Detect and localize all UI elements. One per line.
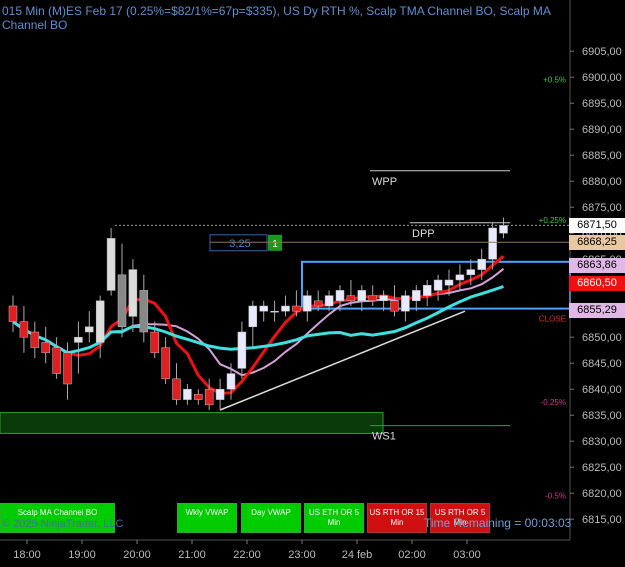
candle-body bbox=[8, 305, 18, 322]
candle-body bbox=[433, 279, 443, 291]
day-vwap-button[interactable]: Day VWAP bbox=[241, 503, 301, 533]
candle-body bbox=[226, 373, 236, 390]
candle-body bbox=[248, 305, 258, 328]
time-tick-label: 03:00 bbox=[453, 549, 481, 561]
wkly-vwap-button[interactable]: Wkly VWAP bbox=[177, 503, 237, 533]
pct-label: CLOSE bbox=[539, 315, 566, 324]
candle-body bbox=[488, 227, 497, 260]
candle-body bbox=[292, 305, 301, 312]
candle-body bbox=[194, 394, 203, 400]
candle-body bbox=[139, 290, 149, 333]
candle-body bbox=[204, 388, 214, 406]
price-tick-label: 6840,00 bbox=[582, 384, 622, 396]
candle-body bbox=[150, 331, 159, 354]
candle-body bbox=[52, 347, 61, 374]
price-chart[interactable]: 3,25 1 WPP DPP WS1 +0.5% +0.25% CLOSE -0.25% -0.… bbox=[0, 0, 625, 567]
candle-body bbox=[379, 295, 388, 302]
candle-body bbox=[368, 295, 377, 302]
price-tick-label: 6875,00 bbox=[582, 202, 622, 214]
candle-body bbox=[259, 305, 268, 312]
pct-label: -0.5% bbox=[545, 491, 566, 500]
candle-body bbox=[499, 225, 508, 234]
candle-body bbox=[313, 300, 323, 307]
time-tick-label: 22:00 bbox=[233, 549, 261, 561]
candle-body bbox=[357, 290, 367, 302]
time-tick-label: 23:00 bbox=[288, 549, 316, 561]
price-tick-label: 6885,00 bbox=[582, 150, 622, 162]
pct-label: -0.25% bbox=[541, 398, 566, 407]
price-tick-label: 6905,00 bbox=[582, 46, 622, 58]
candle-body bbox=[41, 342, 50, 354]
time-tick-label: 21:00 bbox=[178, 549, 206, 561]
candle-body bbox=[215, 388, 225, 400]
candle-body bbox=[270, 310, 279, 313]
time-tick-label: 19:00 bbox=[68, 549, 96, 561]
candle-body bbox=[466, 269, 476, 276]
ws1-label: WS1 bbox=[372, 431, 396, 443]
price-tick-label: 6820,00 bbox=[582, 488, 622, 500]
time-remaining: Time Remaining = 00:03:03 bbox=[424, 516, 572, 530]
time-tick-label: 18:00 bbox=[13, 549, 41, 561]
copyright-text: © 2025 NinjaTrader, LLC bbox=[2, 518, 124, 530]
price-tick-label: 6835,00 bbox=[582, 410, 622, 422]
candle-body bbox=[422, 284, 432, 296]
candle-body bbox=[401, 295, 410, 312]
candle-body bbox=[74, 336, 83, 343]
time-tick-label: 20:00 bbox=[123, 549, 151, 561]
candle-body bbox=[95, 300, 105, 343]
price-tick-label: 6900,00 bbox=[582, 72, 622, 84]
ws1-zone bbox=[0, 412, 384, 434]
price-tick-label: 6895,00 bbox=[582, 98, 622, 110]
candle-body bbox=[346, 295, 356, 302]
tma-mid-tag: 6860,50 bbox=[569, 275, 625, 291]
price-tick-label: 6890,00 bbox=[582, 124, 622, 136]
candle-body bbox=[237, 331, 247, 369]
candle-body bbox=[85, 326, 94, 333]
candle-body bbox=[444, 279, 454, 286]
candle-body bbox=[106, 238, 116, 291]
candle-body bbox=[455, 274, 465, 281]
pct-label: +0.25% bbox=[539, 216, 566, 225]
dpp-label: DPP bbox=[412, 228, 435, 240]
tma-lower-tag: 6855,29 bbox=[569, 302, 625, 318]
candle-body bbox=[117, 274, 127, 328]
price-tick-label: 6850,00 bbox=[582, 332, 622, 344]
candle-body bbox=[161, 347, 170, 380]
wpp-label: WPP bbox=[372, 176, 397, 188]
us-rth-or-15-button[interactable]: US RTH OR 15 Min bbox=[367, 503, 427, 533]
candle-body bbox=[183, 388, 192, 400]
pct-label: +0.5% bbox=[543, 75, 566, 84]
pivot-price-tag: 6868,25 bbox=[569, 235, 625, 251]
candle-body bbox=[30, 331, 40, 348]
marker-value: 3,25 bbox=[229, 238, 250, 250]
candle-body bbox=[172, 378, 181, 400]
us-eth-or-5-button[interactable]: US ETH OR 5 Min bbox=[304, 503, 364, 533]
time-tick-label: 24 feb bbox=[342, 549, 373, 561]
candle-body bbox=[303, 295, 312, 312]
price-tick-label: 6815,00 bbox=[582, 514, 622, 526]
time-axis[interactable]: 18:00 19:00 20:00 21:00 22:00 23:00 24 feb 02:0… bbox=[0, 539, 570, 561]
price-tick-label: 6880,00 bbox=[582, 176, 622, 188]
candle-body bbox=[19, 321, 29, 338]
candle-body bbox=[324, 295, 334, 307]
marker-count: 1 bbox=[272, 239, 278, 250]
chart-title: 015 Min (M)ES Feb 17 (0.25%=$82/1%=67p=$… bbox=[2, 4, 551, 32]
candle-body bbox=[335, 290, 345, 302]
candle-body bbox=[412, 290, 421, 302]
candle-body bbox=[477, 258, 486, 270]
price-tick-label: 6830,00 bbox=[582, 436, 622, 448]
candle-body bbox=[281, 305, 290, 312]
time-tick-label: 02:00 bbox=[398, 549, 426, 561]
candle-body bbox=[128, 269, 138, 317]
candle-body bbox=[63, 352, 72, 385]
last-price-tag: 6871,50 bbox=[569, 218, 625, 234]
candle-body bbox=[390, 300, 399, 312]
price-tick-label: 6845,00 bbox=[582, 358, 622, 370]
price-tick-label: 6825,00 bbox=[582, 462, 622, 474]
tma-upper-tag: 6863,86 bbox=[569, 258, 625, 274]
